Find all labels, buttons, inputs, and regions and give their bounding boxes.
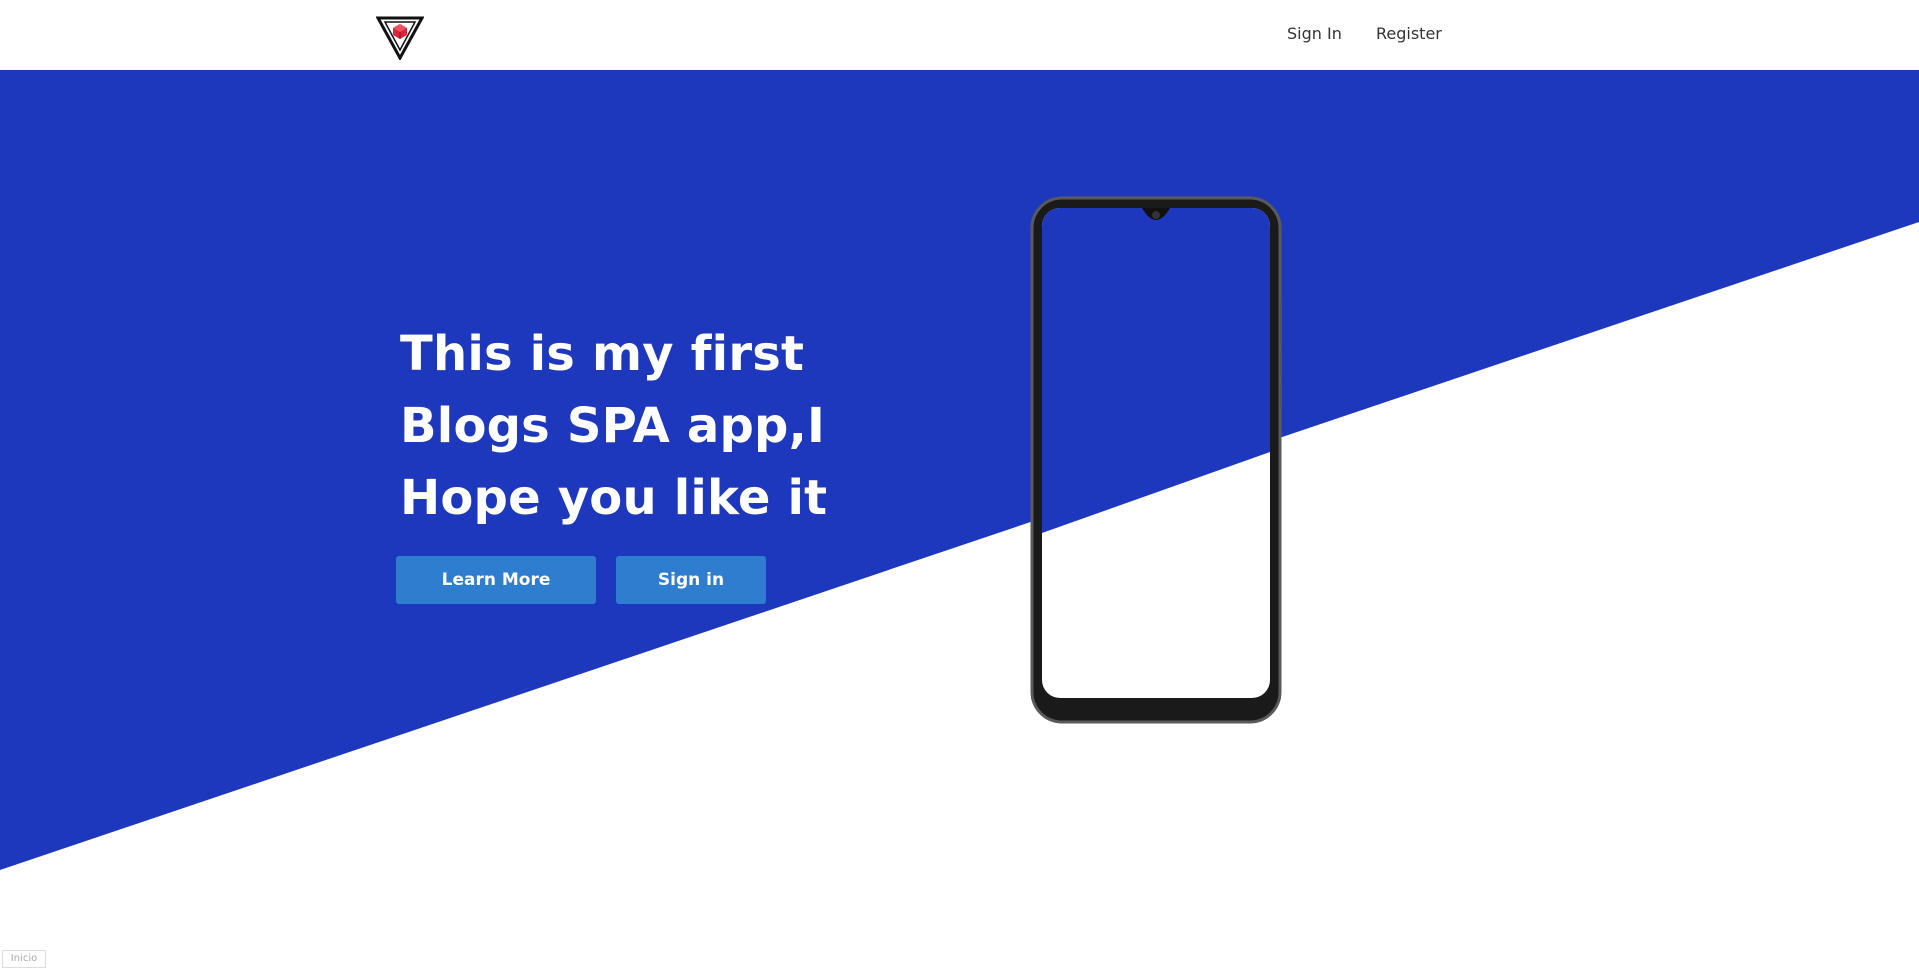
- learn-more-button[interactable]: Learn More: [396, 556, 596, 604]
- landing-page: Sign In Register This is my first Blogs …: [0, 0, 1919, 968]
- hero-signin-button[interactable]: Sign in: [616, 556, 766, 604]
- nav-register-link[interactable]: Register: [1376, 24, 1442, 43]
- triangle-cube-logo-icon[interactable]: [376, 16, 424, 60]
- hero-diagonal-background: [0, 70, 1919, 870]
- hero-title: This is my first Blogs SPA app,I Hope yo…: [400, 326, 828, 526]
- nav-signin-link[interactable]: Sign In: [1287, 24, 1342, 43]
- corner-start-label: Inicio: [2, 950, 46, 968]
- top-navbar: Sign In Register: [0, 0, 1919, 70]
- smartphone-mockup-icon: [1030, 196, 1282, 724]
